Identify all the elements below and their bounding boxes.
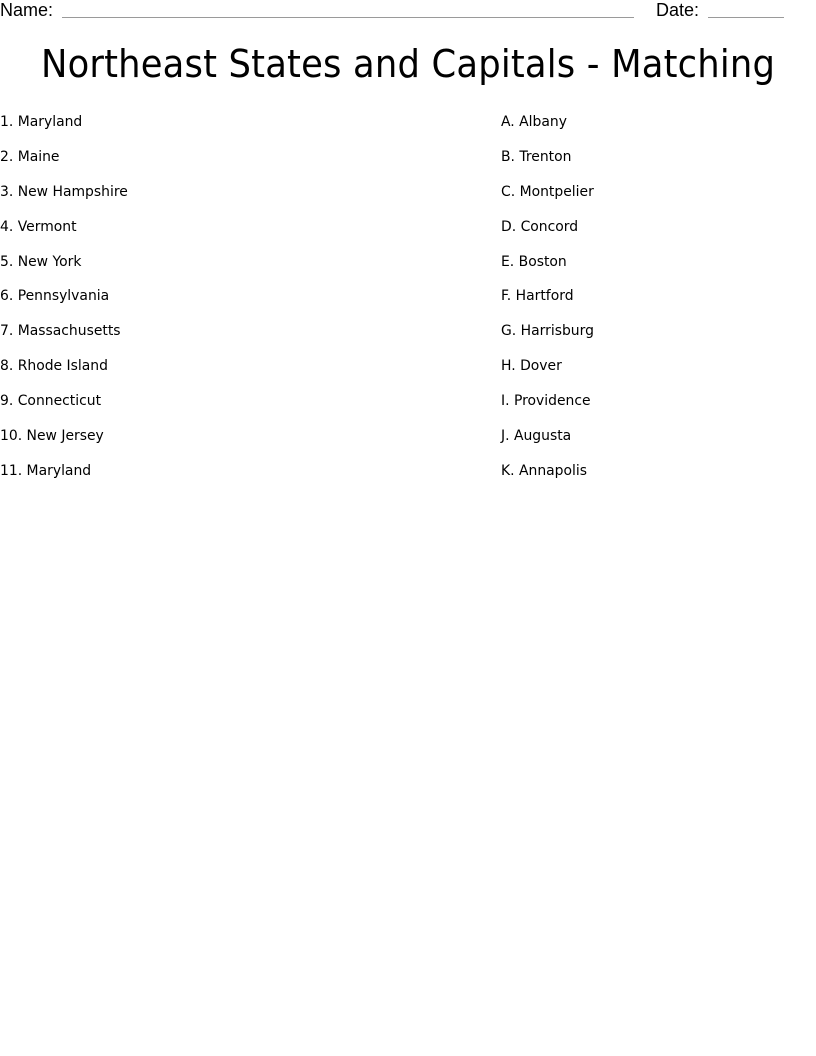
capital-item: F. Hartford [501,288,574,305]
capital-item: D. Concord [501,218,579,235]
capital-item: C. Montpelier [501,183,594,200]
date-label: Date: [656,0,700,20]
state-item: 5. New York [0,253,82,270]
capital-item: A. Albany [501,114,567,130]
state-item: 3. New Hampshire [0,183,128,200]
worksheet-header: Name: Date: [0,0,816,24]
state-item: 10. New Jersey [0,428,104,445]
capital-item: E. Boston [501,253,567,270]
state-item: 2. Maine [0,148,60,165]
state-item: 9. Connecticut [0,393,102,410]
capital-item: J. Augusta [501,428,572,445]
capital-item: H. Dover [501,358,562,375]
capital-item: G. Harrisburg [501,323,594,340]
states-list: 1. Maryland 2. Maine 3. New Hampshire 4.… [0,112,133,496]
capital-item: I. Providence [501,393,591,410]
capital-item: K. Annapolis [501,462,588,479]
page-title: Northeast States and Capitals - Matching [40,42,776,86]
name-label: Name: [0,0,54,20]
name-blank-line [62,17,634,18]
state-item: 6. Pennsylvania [0,288,110,305]
state-item: 7. Massachusetts [0,323,121,340]
state-item: 1. Maryland [0,114,83,130]
state-item: 11. Maryland [0,462,92,479]
capitals-list: A. Albany B. Trenton C. Montpelier D. Co… [501,112,598,496]
date-blank-line [708,17,784,18]
state-item: 4. Vermont [0,218,77,235]
state-item: 8. Rhode Island [0,358,108,375]
capital-item: B. Trenton [501,148,572,165]
